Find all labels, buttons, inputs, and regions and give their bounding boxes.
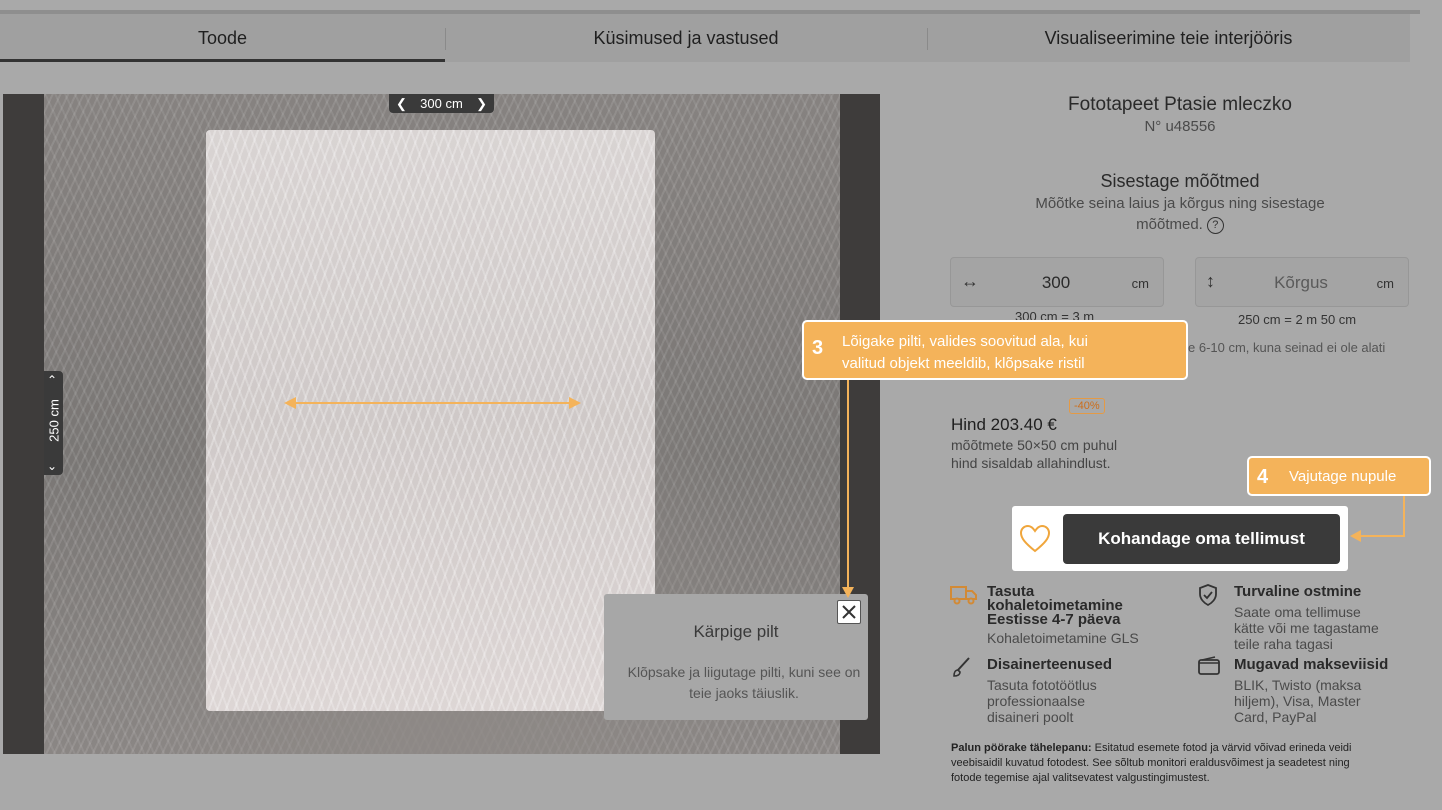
width-unit: cm: [1131, 276, 1149, 291]
measurements-description-text: Mõõtke seina laius ja kõrgus ning sisest…: [1035, 195, 1325, 233]
feature-design-sub-1: Tasuta fototöötlus: [987, 677, 1097, 693]
chevron-left-icon[interactable]: ❮: [396, 94, 407, 113]
feature-payment-sub-3: Card, PayPal: [1234, 709, 1317, 725]
crop-popup: Kärpige pilt Klõpsake ja liigutage pilti…: [604, 594, 868, 720]
product-number: N° u48556: [1144, 118, 1216, 135]
disclaimer-bold: Palun pöörake tähelepanu:: [951, 742, 1092, 754]
feature-secure-sub-2: kätte või me tagastame: [1234, 620, 1379, 636]
truck-icon: [950, 584, 978, 611]
measurement-note: e 6-10 cm, kuna seinad ei ole alati: [1188, 340, 1386, 355]
tab-product[interactable]: Toode: [0, 14, 445, 62]
customize-order-button[interactable]: Kohandage oma tellimust: [1063, 514, 1340, 564]
feature-design: Disainerteenused Tasuta fototöötlus prof…: [987, 656, 1187, 725]
height-field[interactable]: ↕ Kõrgus cm: [1195, 257, 1409, 307]
product-title: Fototapeet Ptasie mleczko: [1068, 94, 1292, 115]
shield-icon: [1198, 584, 1218, 611]
heart-icon[interactable]: [1019, 523, 1051, 555]
step3-text: Lõigake pilti, valides soovitud ala, kui…: [842, 331, 1088, 375]
chevron-up-icon[interactable]: ⌃: [47, 373, 57, 387]
price-label: Hind 203.40 €: [951, 415, 1057, 434]
help-icon[interactable]: ?: [1206, 216, 1224, 234]
step4-text: Vajutage nupule: [1289, 468, 1397, 485]
feature-secure-title: Turvaline ostmine: [1234, 583, 1362, 600]
height-unit: cm: [1376, 276, 1394, 291]
step4-number: 4: [1257, 466, 1269, 488]
step3-text-line2: valitud objekt meeldib, klõpsake ristil: [842, 355, 1085, 372]
height-conversion: 250 cm = 2 m 50 cm: [1238, 312, 1357, 327]
feature-payment-sub-1: BLIK, Twisto (maksa: [1234, 677, 1362, 693]
close-icon[interactable]: [837, 600, 861, 624]
step3-number: 3: [812, 337, 824, 359]
discount-badge: -40%: [1069, 398, 1105, 414]
feature-design-sub-2: professionaalse: [987, 693, 1086, 709]
chevron-down-icon[interactable]: ⌄: [47, 459, 57, 473]
wallet-icon: [1197, 656, 1221, 681]
vertical-arrows-icon: ↕: [1206, 271, 1215, 291]
width-input[interactable]: 300: [991, 273, 1121, 293]
price-detail-size: mõõtmete 50×50 cm puhul: [951, 437, 1118, 453]
step3-text-line1: Lõigake pilti, valides soovitud ala, kui: [842, 333, 1088, 350]
feature-delivery: Tasuta kohaletoimetamine Eestisse 4-7 pä…: [987, 584, 1187, 646]
horizontal-arrows-icon: ↔: [961, 271, 979, 291]
width-dimension: ❮ 300 cm ❯: [389, 94, 494, 113]
width-dimension-label: 300 cm: [420, 96, 463, 111]
price-details: mõõtmete 50×50 cm puhul hind sisaldab al…: [951, 436, 1117, 472]
height-dimension: ⌃ 250 cm ⌄: [44, 371, 63, 475]
tab-visualization[interactable]: Visualiseerimine teie interjööris: [927, 14, 1410, 62]
feature-payment-sub-2: hiljem), Visa, Master: [1234, 693, 1361, 709]
crop-area[interactable]: [206, 130, 655, 711]
tab-bar: Toode Küsimused ja vastused Visualiseeri…: [0, 14, 1410, 62]
feature-secure-sub-3: teile raha tagasi: [1234, 636, 1333, 652]
disclaimer: Palun pöörake tähelepanu: Esitatud eseme…: [951, 741, 1371, 786]
feature-delivery-title-3: Eestisse 4-7 päeva: [987, 611, 1121, 628]
measurements-description: Mõõtke seina laius ja kõrgus ning sisest…: [1015, 193, 1345, 235]
price-detail-discount: hind sisaldab allahindlust.: [951, 455, 1111, 471]
feature-secure-sub-1: Saate oma tellimuse: [1234, 604, 1361, 620]
step4-callout: 4 Vajutage nupule: [1247, 456, 1431, 496]
tab-faq[interactable]: Küsimused ja vastused: [445, 14, 927, 62]
feature-payment-title: Mugavad makseviisid: [1234, 656, 1389, 673]
width-field[interactable]: ↔ 300 cm: [950, 257, 1164, 307]
height-dimension-label: 250 cm: [46, 399, 62, 442]
feature-design-sub-3: disaineri poolt: [987, 709, 1074, 725]
feature-delivery-sub: Kohaletoimetamine GLS: [987, 630, 1139, 646]
step3-callout: 3 Lõigake pilti, valides soovitud ala, k…: [802, 320, 1188, 380]
chevron-right-icon[interactable]: ❯: [476, 94, 487, 113]
feature-payment: Mugavad makseviisid BLIK, Twisto (maksa …: [1234, 656, 1434, 725]
measurements-title: Sisestage mõõtmed: [1100, 171, 1260, 191]
height-input[interactable]: Kõrgus: [1236, 273, 1366, 293]
feature-secure: Turvaline ostmine Saate oma tellimuse kä…: [1234, 583, 1434, 652]
popup-title: Kärpige pilt: [693, 622, 779, 641]
popup-text: Klõpsake ja liigutage pilti, kuni see on…: [627, 664, 861, 701]
brush-icon: [952, 656, 972, 683]
feature-design-title: Disainerteenused: [987, 656, 1113, 673]
